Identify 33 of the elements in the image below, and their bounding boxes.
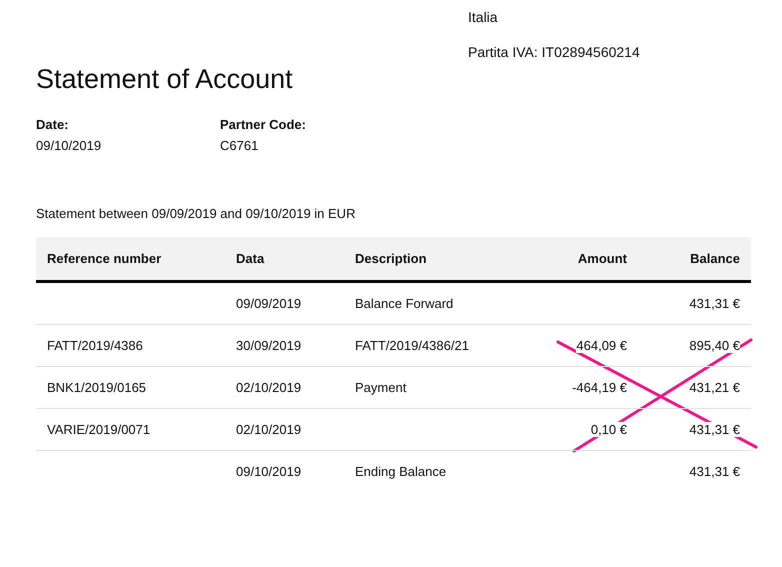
- column-header: Data: [225, 237, 344, 282]
- table-cell: 431,31 €: [689, 464, 740, 479]
- column-header: Description: [344, 237, 524, 282]
- column-header: Reference number: [36, 237, 225, 282]
- document-title: Statement of Account: [36, 64, 294, 95]
- table-cell: 464,09 €: [576, 338, 627, 353]
- table-cell: Payment: [355, 380, 406, 395]
- table-cell: 02/10/2019: [236, 422, 302, 437]
- table-cell: Balance Forward: [355, 296, 454, 311]
- table-cell: 30/09/2019: [236, 338, 302, 353]
- table-cell: 09/09/2019: [236, 296, 302, 311]
- table-cell: FATT/2019/4386: [47, 338, 143, 353]
- table-cell: 431,21 €: [689, 380, 740, 395]
- table-cell: 895,40 €: [689, 338, 740, 353]
- address-line: Italia: [468, 9, 499, 25]
- table-cell: 09/10/2019: [236, 464, 302, 479]
- statement-period: Statement between 09/09/2019 and 09/10/2019 in EUR: [36, 206, 356, 221]
- table-cell: VARIE/2019/0071: [47, 422, 150, 437]
- column-header: Amount: [524, 237, 638, 282]
- column-header: Balance: [638, 237, 751, 282]
- info-value: 09/10/2019: [36, 138, 102, 153]
- info-label: Partner Code:: [220, 117, 307, 132]
- table-cell: -464,19 €: [572, 380, 627, 395]
- info-label: Date:: [36, 117, 70, 132]
- table-cell: 0,10 €: [590, 422, 627, 437]
- table-cell: BNK1/2019/0165: [47, 380, 146, 395]
- table-cell: 431,31 €: [689, 296, 740, 311]
- table-cell: Ending Balance: [355, 464, 446, 479]
- info-value: C6761: [220, 138, 260, 153]
- table-cell: FATT/2019/4386/21: [355, 338, 469, 353]
- table-cell: 431,31 €: [689, 422, 740, 437]
- table-cell: 02/10/2019: [236, 380, 302, 395]
- vat-number: Partita IVA: IT02894560214: [468, 44, 641, 60]
